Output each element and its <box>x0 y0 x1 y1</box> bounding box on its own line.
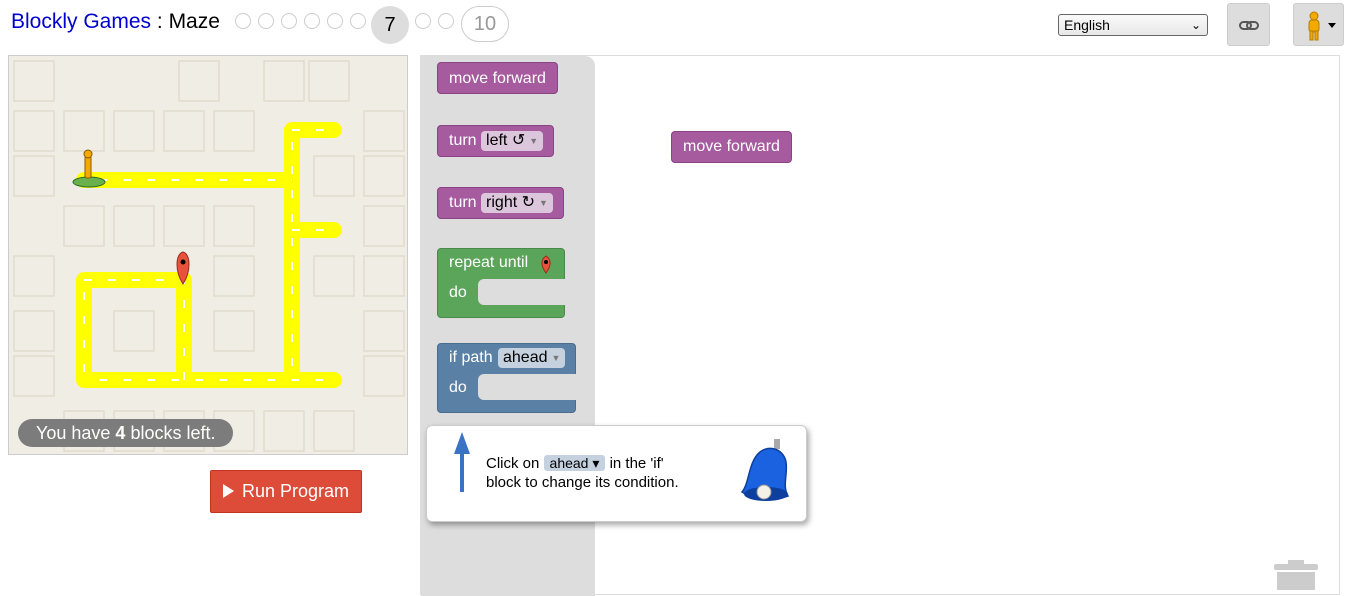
level-6-dot[interactable] <box>350 13 366 29</box>
hint-bubble: Click on ahead ▾ in the 'if' block to ch… <box>426 425 807 522</box>
language-value: English <box>1064 17 1110 33</box>
toolbox-move-forward-block[interactable]: move forward <box>437 62 558 94</box>
if-statement-slot[interactable] <box>478 374 577 400</box>
run-program-button[interactable]: Run Program <box>210 470 362 513</box>
current-level-badge: 7 <box>371 6 409 44</box>
up-arrow-icon <box>454 432 470 492</box>
level-10-link[interactable]: 10 <box>461 6 509 42</box>
repeat-do-label: do <box>449 284 467 301</box>
hint-dropdown-chip: ahead ▾ <box>543 455 606 471</box>
pegman-button[interactable] <box>1293 3 1344 46</box>
trash-icon[interactable] <box>1274 560 1318 590</box>
turn-label: turn <box>449 194 477 211</box>
toolbox-if-path-block[interactable]: if path ahead ▼ do <box>437 343 577 413</box>
level-4-dot[interactable] <box>304 13 320 29</box>
capacity-bubble: You have 4 blocks left. <box>18 419 234 447</box>
maze-drawing <box>13 60 405 452</box>
capacity-prefix: You have <box>36 423 116 443</box>
workspace-move-forward-block[interactable]: move forward <box>671 131 792 163</box>
toolbox-repeat-until-block[interactable]: repeat until do <box>437 248 566 318</box>
bell-icon <box>740 439 790 501</box>
if-do-label: do <box>449 379 467 396</box>
repeat-statement-slot[interactable] <box>478 279 566 305</box>
dropdown-arrow-icon: ▼ <box>551 353 561 363</box>
language-select[interactable]: English ⌄ <box>1058 14 1208 36</box>
repeat-until-label: repeat until <box>449 254 529 271</box>
maze-wall-tiles <box>13 60 405 452</box>
pegman-start <box>72 149 106 188</box>
move-forward-label: move forward <box>449 70 546 87</box>
turn-label: turn <box>449 132 477 149</box>
if-path-label: if path <box>449 349 493 366</box>
hint-text: Click on ahead ▾ in the 'if' block to ch… <box>486 454 706 492</box>
capacity-suffix: blocks left. <box>125 423 216 443</box>
dropdown-arrow-icon: ▼ <box>539 198 548 208</box>
turn-left-dropdown[interactable]: left ↺ ▼ <box>481 131 544 151</box>
level-5-dot[interactable] <box>327 13 343 29</box>
turn-left-option: left ↺ <box>486 132 526 149</box>
link-button[interactable] <box>1227 3 1270 46</box>
title-separator: : <box>151 10 169 33</box>
level-8-dot[interactable] <box>415 13 431 29</box>
turn-right-option: right ↻ <box>486 194 536 211</box>
maze-path <box>76 122 342 388</box>
capacity-count: 4 <box>115 423 126 443</box>
hint-after: in the 'if' <box>609 455 664 472</box>
toolbox-turn-right-block[interactable]: turn right ↻ ▼ <box>437 187 564 219</box>
hint-line2: block to change its condition. <box>486 474 679 491</box>
turn-right-dropdown[interactable]: right ↻ ▼ <box>481 193 553 213</box>
link-icon <box>1239 21 1259 30</box>
chevron-down-icon: ⌄ <box>1190 18 1201 32</box>
if-path-option: ahead <box>503 349 548 366</box>
if-path-dropdown[interactable]: ahead ▼ <box>498 348 566 368</box>
play-icon <box>222 484 234 498</box>
blockly-games-link[interactable]: Blockly Games <box>11 10 151 33</box>
game-name: Maze <box>168 10 220 33</box>
maze-canvas <box>8 55 408 455</box>
placed-block-label: move forward <box>683 138 780 155</box>
pegman-icon <box>1308 11 1336 41</box>
hint-before: Click on <box>486 455 540 472</box>
toolbox-turn-left-block[interactable]: turn left ↺ ▼ <box>437 125 554 157</box>
dropdown-arrow-icon: ▼ <box>529 136 539 146</box>
run-program-label: Run Program <box>241 481 350 501</box>
app-title: Blockly Games : Maze <box>11 10 220 34</box>
level-2-dot[interactable] <box>258 13 274 29</box>
level-1-dot[interactable] <box>235 13 251 29</box>
level-9-dot[interactable] <box>438 13 454 29</box>
goal-marker-icon <box>541 255 551 274</box>
level-3-dot[interactable] <box>281 13 297 29</box>
